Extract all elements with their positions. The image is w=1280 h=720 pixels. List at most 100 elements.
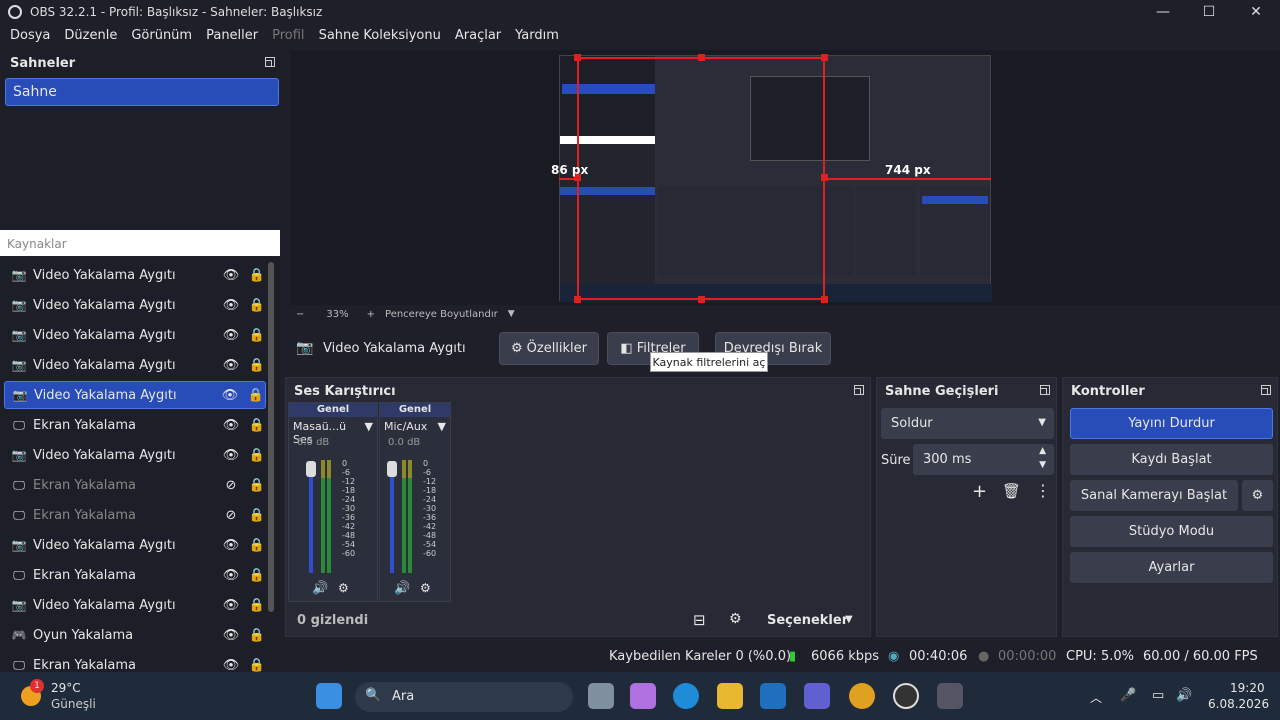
duration-spinbox[interactable]: 300 ms ▲ ▼: [913, 444, 1054, 475]
source-item[interactable]: 🖵 Ekran Yakalama 👁 🔒: [4, 411, 266, 439]
chevron-down-icon[interactable]: ▼: [1039, 460, 1046, 470]
chevron-up-icon[interactable]: ▲: [1039, 446, 1046, 456]
menu-help[interactable]: Yardım: [515, 28, 559, 43]
source-item[interactable]: 🖵 Ekran Yakalama ⊘ 🔒: [4, 501, 266, 529]
taskbar-search[interactable]: 🔍 Ara: [355, 682, 573, 712]
volume-icon[interactable]: 🔊: [1176, 688, 1192, 703]
eye-icon[interactable]: 👁: [222, 298, 240, 313]
source-item[interactable]: 📷 Video Yakalama Aygıtı 👁 🔒: [4, 351, 266, 379]
audio-settings-icon[interactable]: ⚙: [420, 581, 431, 595]
lock-icon[interactable]: 🔒: [248, 568, 266, 583]
lock-icon[interactable]: 🔒: [248, 268, 266, 283]
resize-handle[interactable]: [698, 54, 705, 61]
chevron-down-icon[interactable]: ▼: [845, 614, 853, 625]
source-item[interactable]: 📷 Video Yakalama Aygıtı 👁 🔒: [4, 321, 266, 349]
menu-edit[interactable]: Düzenle: [64, 28, 117, 43]
menu-scene-collection[interactable]: Sahne Koleksiyonu: [319, 28, 441, 43]
settings-button[interactable]: Ayarlar: [1070, 552, 1273, 583]
microphone-icon[interactable]: 🎤: [1120, 688, 1136, 703]
undock-icon[interactable]: [265, 57, 275, 67]
source-item[interactable]: 📷 Video Yakalama Aygıtı 👁 🔒: [4, 381, 266, 409]
eye-icon[interactable]: 👁: [222, 268, 240, 283]
start-recording-button[interactable]: Kaydı Başlat: [1070, 444, 1273, 475]
resize-handle[interactable]: [574, 296, 581, 303]
eye-icon[interactable]: 👁: [222, 418, 240, 433]
lock-icon[interactable]: 🔒: [248, 538, 266, 553]
lock-icon[interactable]: 🔒: [248, 418, 266, 433]
menu-tools[interactable]: Araçlar: [455, 28, 501, 43]
channel-name-dropdown[interactable]: Mic/Aux ▼: [380, 417, 450, 437]
source-item[interactable]: 📷 Video Yakalama Aygıtı 👁 🔒: [4, 441, 266, 469]
source-item[interactable]: 🎮 Oyun Yakalama 👁 🔒: [4, 621, 266, 649]
transition-select[interactable]: Soldur ▼: [881, 408, 1054, 439]
resize-handle[interactable]: [821, 54, 828, 61]
teams-icon[interactable]: [804, 683, 830, 709]
menu-profile[interactable]: Profil: [272, 28, 304, 43]
task-view-icon[interactable]: [588, 683, 614, 709]
more-icon[interactable]: ⋮: [1035, 481, 1051, 500]
eye-icon[interactable]: 👁: [222, 568, 240, 583]
start-virtual-camera-button[interactable]: Sanal Kamerayı Başlat: [1070, 480, 1238, 511]
lock-icon[interactable]: 🔒: [248, 658, 266, 673]
volume-slider[interactable]: [390, 477, 394, 573]
advanced-audio-icon[interactable]: ⚙: [729, 611, 742, 627]
volume-knob[interactable]: [306, 461, 316, 477]
lock-icon[interactable]: 🔒: [248, 448, 266, 463]
studio-mode-button[interactable]: Stüdyo Modu: [1070, 516, 1273, 547]
undock-icon[interactable]: [1261, 385, 1271, 395]
resize-handle[interactable]: [698, 296, 705, 303]
properties-button[interactable]: ⚙ Özellikler: [499, 332, 599, 365]
stop-streaming-button[interactable]: Yayını Durdur: [1070, 408, 1273, 439]
trash-icon[interactable]: 🗑: [1002, 482, 1021, 500]
lock-icon[interactable]: 🔒: [248, 298, 266, 313]
channel-name-dropdown[interactable]: Masaü...ü Ses ▼: [289, 417, 377, 446]
minimize-icon[interactable]: —: [1140, 0, 1186, 24]
lock-icon[interactable]: 🔒: [247, 388, 265, 403]
eye-icon[interactable]: 👁: [222, 328, 240, 343]
eye-icon[interactable]: 👁: [222, 598, 240, 613]
source-item[interactable]: 🖵 Ekran Yakalama 👁 🔒: [4, 561, 266, 589]
resize-handle[interactable]: [821, 174, 828, 181]
speaker-icon[interactable]: 🔊: [312, 581, 328, 596]
tray-chevron-icon[interactable]: ︿: [1090, 689, 1102, 706]
scene-item[interactable]: Sahne: [5, 78, 279, 106]
lock-icon[interactable]: 🔒: [248, 628, 266, 643]
volume-slider[interactable]: [309, 477, 313, 573]
source-item[interactable]: 📷 Video Yakalama Aygıtı 👁 🔒: [4, 591, 266, 619]
obs-taskbar-icon[interactable]: [893, 683, 919, 709]
sources-scrollbar[interactable]: [268, 262, 274, 612]
eye-icon[interactable]: 👁: [222, 658, 240, 673]
lock-icon[interactable]: 🔒: [248, 478, 266, 493]
eye-icon[interactable]: 👁: [221, 388, 239, 403]
resize-handle[interactable]: [821, 296, 828, 303]
lock-icon[interactable]: 🔒: [248, 598, 266, 613]
outlook-icon[interactable]: [760, 683, 786, 709]
gear-icon[interactable]: ⚙: [1242, 480, 1273, 511]
source-item[interactable]: 🖵 Ekran Yakalama ⊘ 🔒: [4, 471, 266, 499]
network-icon[interactable]: ▭: [1152, 688, 1164, 703]
menu-file[interactable]: Dosya: [10, 28, 50, 43]
source-item[interactable]: 📷 Video Yakalama Aygıtı 👁 🔒: [4, 291, 266, 319]
eye-icon[interactable]: 👁: [222, 358, 240, 373]
maximize-icon[interactable]: ☐: [1186, 0, 1232, 24]
windows-start-icon[interactable]: [316, 683, 342, 709]
undock-icon[interactable]: [1040, 385, 1050, 395]
file-explorer-icon[interactable]: [717, 683, 743, 709]
close-icon[interactable]: ✕: [1233, 0, 1279, 24]
source-item[interactable]: 📷 Video Yakalama Aygıtı 👁 🔒: [4, 261, 266, 289]
options-button[interactable]: Seçenekler: [767, 613, 848, 628]
edge-icon[interactable]: [673, 683, 699, 709]
layout-toggle-icon[interactable]: ⊟: [693, 611, 706, 629]
speaker-icon[interactable]: 🔊: [394, 581, 410, 596]
eye-icon[interactable]: 👁: [222, 628, 240, 643]
undock-icon[interactable]: [854, 385, 864, 395]
source-item[interactable]: 📷 Video Yakalama Aygıtı 👁 🔒: [4, 531, 266, 559]
menu-view[interactable]: Görünüm: [131, 28, 192, 43]
eye-hidden-icon[interactable]: ⊘: [222, 478, 240, 493]
camera-app-icon[interactable]: [937, 683, 963, 709]
chrome-icon[interactable]: [849, 683, 875, 709]
copilot-icon[interactable]: [630, 683, 656, 709]
audio-settings-icon[interactable]: ⚙: [338, 581, 349, 595]
menu-docks[interactable]: Paneller: [206, 28, 258, 43]
resize-handle[interactable]: [574, 54, 581, 61]
